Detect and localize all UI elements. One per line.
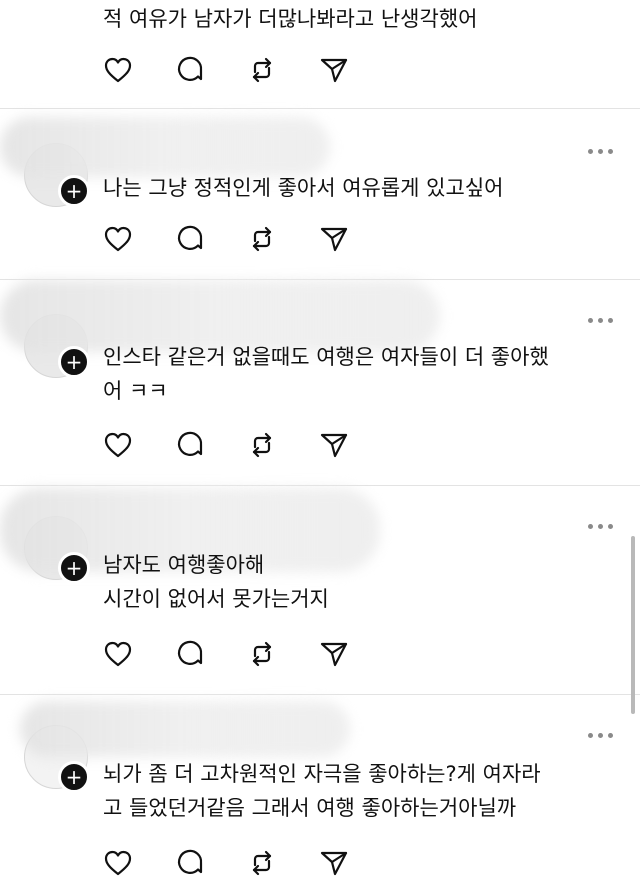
- more-icon[interactable]: [588, 731, 614, 739]
- heart-icon[interactable]: [103, 55, 133, 85]
- repost-icon[interactable]: [247, 639, 277, 669]
- plus-icon[interactable]: +: [58, 175, 90, 207]
- post-text: 남자도 여행좋아해 시간이 없어서 못가는거지: [103, 553, 329, 611]
- heart-icon[interactable]: [103, 848, 133, 878]
- plus-icon[interactable]: +: [58, 761, 90, 793]
- scrollbar[interactable]: [631, 536, 635, 714]
- comment-icon[interactable]: [175, 224, 205, 254]
- comment-icon[interactable]: [175, 639, 205, 669]
- plus-icon[interactable]: +: [58, 552, 90, 584]
- heart-icon[interactable]: [103, 430, 133, 460]
- reply-post: + 남자도 여행좋아해 시간이 없어서 못가는거지: [0, 486, 640, 695]
- reply-post: + 인스타 같은거 없을때도 여행은 여자들이 더 좋아했 어 ㅋㅋ: [0, 280, 640, 486]
- comment-icon[interactable]: [175, 430, 205, 460]
- more-icon[interactable]: [588, 316, 614, 324]
- more-icon[interactable]: [588, 522, 614, 530]
- repost-icon[interactable]: [247, 224, 277, 254]
- send-icon[interactable]: [319, 55, 349, 85]
- send-icon[interactable]: [319, 639, 349, 669]
- send-icon[interactable]: [319, 430, 349, 460]
- repost-icon[interactable]: [247, 430, 277, 460]
- plus-icon[interactable]: +: [58, 346, 90, 378]
- reply-post: 적 여유가 남자가 더많나봐라고 난생각했어: [0, 0, 640, 109]
- comment-icon[interactable]: [175, 848, 205, 878]
- redacted-header: [0, 117, 330, 177]
- repost-icon[interactable]: [247, 55, 277, 85]
- post-text: 나는 그냥 정적인게 좋아서 여유롭게 있고싶어: [103, 176, 504, 200]
- repost-icon[interactable]: [247, 848, 277, 878]
- post-text: 뇌가 좀 더 고차원적인 자극을 좋아하는?게 여자라 고 들었던거같음 그래서…: [103, 762, 541, 820]
- heart-icon[interactable]: [103, 639, 133, 669]
- reply-post: + 뇌가 좀 더 고차원적인 자극을 좋아하는?게 여자라 고 들었던거같음 그…: [0, 695, 640, 886]
- post-text: 적 여유가 남자가 더많나봐라고 난생각했어: [103, 7, 478, 31]
- send-icon[interactable]: [319, 224, 349, 254]
- reply-post: + 나는 그냥 정적인게 좋아서 여유롭게 있고싶어: [0, 109, 640, 280]
- post-text: 인스타 같은거 없을때도 여행은 여자들이 더 좋아했 어 ㅋㅋ: [103, 345, 549, 403]
- more-icon[interactable]: [588, 147, 614, 155]
- heart-icon[interactable]: [103, 224, 133, 254]
- send-icon[interactable]: [319, 848, 349, 878]
- comment-icon[interactable]: [175, 55, 205, 85]
- redacted-header: [20, 701, 350, 757]
